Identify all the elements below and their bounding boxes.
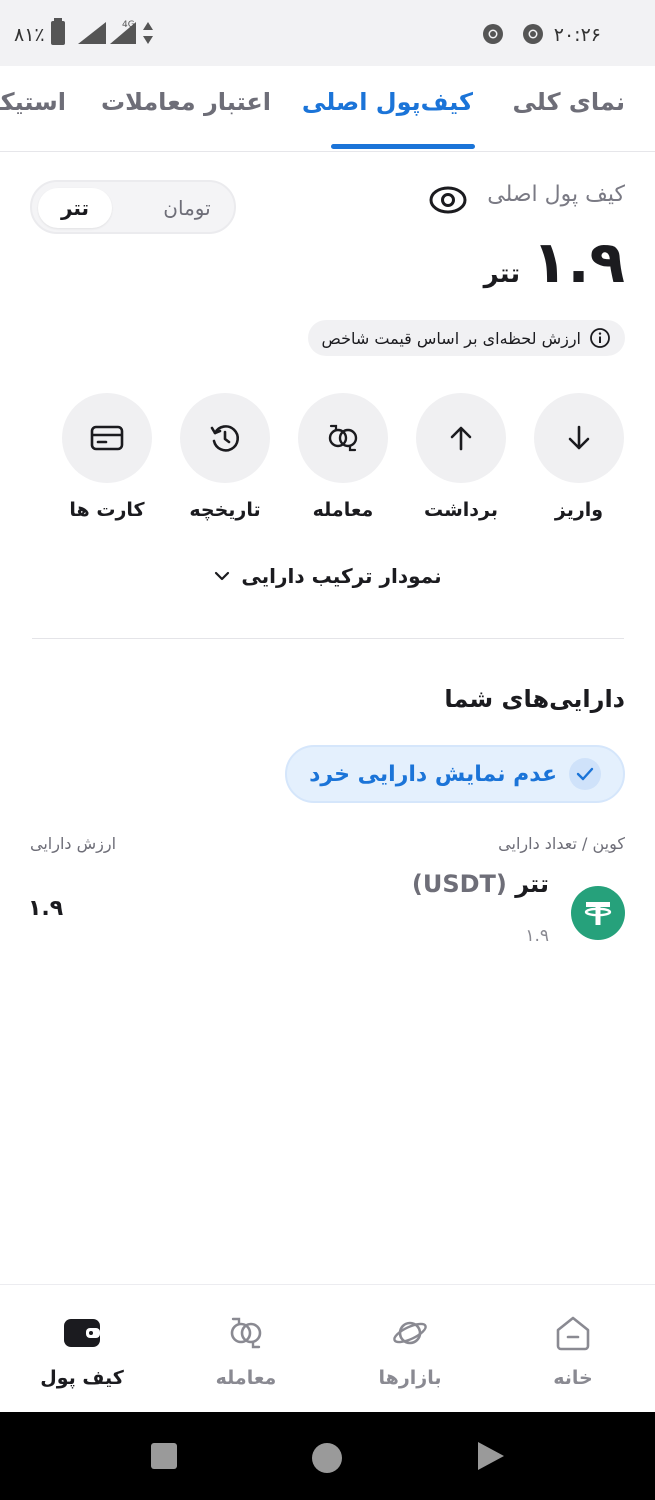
asset-row[interactable]: تتر (USDT) ۱.۹ ۱.۹ [0, 860, 655, 960]
recents-icon[interactable] [150, 1442, 178, 1470]
signal-4g-icon: 4G [110, 20, 136, 44]
battery-percent: ۸۱٪ [14, 24, 45, 46]
trade-button[interactable]: معامله [298, 393, 388, 521]
clock: ۲۰:۲۶ [553, 24, 601, 46]
history-icon [210, 425, 239, 452]
check-icon [569, 758, 601, 790]
coin-value: ۱.۹ [28, 896, 64, 921]
withdraw-button[interactable]: برداشت [416, 393, 506, 521]
eye-icon[interactable] [428, 180, 468, 220]
coin-name: تتر (USDT) [412, 870, 549, 898]
deposit-button[interactable]: واریز [534, 393, 624, 521]
deposit-label: واریز [554, 499, 604, 521]
column-header-coin: کوین / تعداد دارایی [498, 834, 625, 853]
toggle-option-toman[interactable]: تومان [142, 188, 232, 228]
home-circle-icon[interactable] [311, 1442, 343, 1474]
trade-label: معامله [312, 499, 374, 521]
withdraw-label: برداشت [423, 499, 498, 521]
cards-label: کارت ها [69, 499, 145, 521]
data-arrows-icon [143, 22, 153, 44]
wallet-tabs: نمای کلی کیف‌پول اصلی اعتبار معاملات است… [0, 66, 655, 152]
chevron-down-icon [215, 571, 230, 581]
history-label: تاریخچه [189, 499, 261, 521]
coin-title: تتر [515, 870, 549, 898]
chrome-icon [483, 24, 503, 44]
tab-overview[interactable]: نمای کلی [513, 88, 626, 116]
arrow-down-icon [568, 425, 590, 450]
asset-composition-toggle[interactable]: نمودار ترکیب دارایی [0, 564, 655, 588]
price-note-text: ارزش لحظه‌ای بر اساس قیمت شاخص [321, 328, 581, 348]
cards-button[interactable]: کارت ها [62, 393, 152, 521]
nav-label-markets: بازارها [378, 1367, 442, 1389]
status-bar: ۸۱٪ 4G ۲۰:۲۶ [0, 0, 655, 66]
exchange-icon [230, 1317, 262, 1349]
card-icon [90, 425, 124, 451]
history-button[interactable]: تاریخچه [180, 393, 270, 521]
balance-unit: تتر [483, 259, 521, 289]
tab-main-wallet[interactable]: کیف‌پول اصلی [302, 88, 473, 116]
arrow-up-icon [450, 426, 472, 451]
composition-label: نمودار ترکیب دارایی [241, 564, 442, 588]
hide-small-assets-label: عدم نمایش دارایی خرد [309, 761, 557, 787]
tether-logo-icon [571, 886, 625, 940]
coin-symbol: (USDT) [411, 870, 507, 898]
wallet-title: کیف پول اصلی [487, 182, 625, 207]
hide-small-assets-toggle[interactable]: عدم نمایش دارایی خرد [285, 745, 625, 803]
nav-label-home: خانه [553, 1367, 593, 1389]
exchange-icon [328, 424, 358, 452]
nav-label-wallet: کیف پول [40, 1367, 124, 1389]
tab-trade-credit[interactable]: اعتبار معاملات [101, 88, 271, 116]
nav-item-trade[interactable]: معامله [186, 1311, 306, 1389]
back-icon[interactable] [476, 1440, 506, 1472]
chrome-icon [523, 24, 543, 44]
active-tab-indicator [331, 144, 475, 149]
wallet-icon [64, 1319, 100, 1347]
network-type-label: 4G [122, 20, 135, 30]
balance-value: ۱.۹ [532, 228, 625, 296]
column-header-value: ارزش دارایی [30, 834, 117, 853]
info-icon [590, 328, 610, 348]
planet-icon [393, 1321, 427, 1345]
nav-item-home[interactable]: خانه [513, 1311, 633, 1389]
nav-item-wallet[interactable]: کیف پول [22, 1311, 142, 1389]
tab-staking[interactable]: استیکینگ [0, 88, 66, 116]
coin-quantity: ۱.۹ [525, 926, 549, 946]
balance: ۱.۹ تتر [484, 228, 625, 296]
divider [32, 638, 624, 639]
system-navigation-bar [0, 1412, 655, 1500]
nav-item-markets[interactable]: بازارها [350, 1311, 470, 1389]
nav-label-trade: معامله [215, 1367, 277, 1389]
currency-toggle[interactable]: تتر تومان [30, 180, 236, 234]
toggle-option-tether[interactable]: تتر [38, 188, 112, 228]
home-icon [556, 1316, 590, 1351]
battery-icon [51, 18, 65, 45]
assets-title: دارایی‌های شما [444, 685, 625, 713]
bottom-navigation: خانه بازارها معامله کیف پول [0, 1284, 655, 1412]
price-note[interactable]: ارزش لحظه‌ای بر اساس قیمت شاخص [307, 320, 625, 356]
signal-icon [78, 22, 106, 44]
